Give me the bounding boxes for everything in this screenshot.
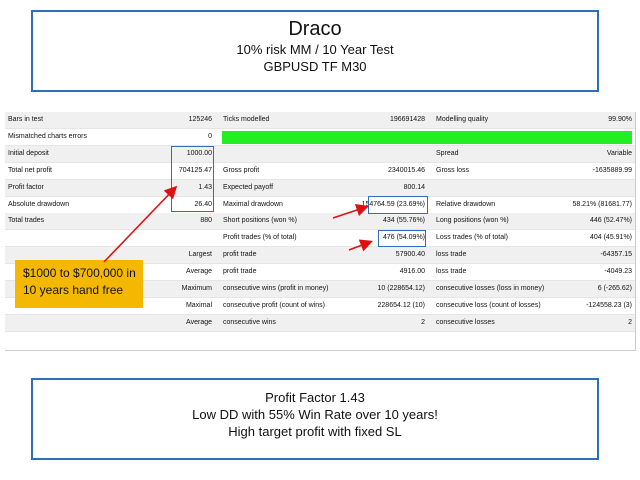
arrow-to-profit-trades [348,239,373,252]
summary-line-2: Low DD with 55% Win Rate over 10 years! [192,407,438,422]
arrow-to-max-drawdown [332,203,370,219]
arrow-to-deposit [103,185,178,263]
summary-box: Profit Factor 1.43 Low DD with 55% Win R… [31,378,599,460]
summary-line-3: High target profit with fixed SL [228,424,402,439]
summary-line-1: Profit Factor 1.43 [265,390,365,405]
